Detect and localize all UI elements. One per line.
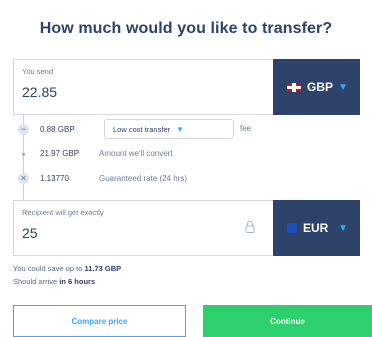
receive-amount-box[interactable]: Recipient will get exactly 25 EUR ▼	[13, 200, 360, 256]
savings-line: You could save up to 11.73 GBP	[13, 262, 121, 275]
arrival-line: Should arrive in 6 hours	[13, 275, 121, 288]
send-label: You send	[22, 67, 54, 76]
receive-amount-input[interactable]: 25	[22, 225, 38, 241]
minus-icon: −	[18, 124, 29, 135]
send-amount-box[interactable]: You send 22.85 GBP ▼	[13, 59, 360, 115]
compare-price-button[interactable]: Compare price	[13, 305, 186, 337]
fee-breakdown: − 0.88 GBP Low cost transfer ▼ fee 21.97…	[13, 115, 360, 200]
savings-info: You could save up to 11.73 GBP Should ar…	[13, 262, 121, 288]
chevron-down-icon: ▼	[338, 81, 348, 93]
receive-label: Recipient will get exactly	[22, 208, 104, 217]
arrival-time: in 6 hours	[59, 277, 96, 286]
eu-flag-icon	[287, 223, 297, 233]
convert-label: Amount we'll convert	[99, 149, 173, 158]
exchange-rate: 1.13770	[40, 174, 69, 183]
send-currency-select[interactable]: GBP ▼	[273, 59, 360, 115]
page-title: How much would you like to transfer?	[39, 20, 333, 37]
chevron-down-icon: ▼	[176, 124, 185, 134]
lock-icon	[245, 221, 255, 233]
separator-dot	[22, 153, 25, 156]
send-amount-input[interactable]: 22.85	[22, 84, 57, 100]
chevron-down-icon: ▼	[338, 222, 348, 234]
transfer-type-dropdown[interactable]: Low cost transfer ▼	[104, 119, 234, 139]
savings-amount: 11.73 GBP	[84, 264, 122, 273]
fee-label: fee	[240, 124, 252, 133]
convert-amount: 21.97 GBP	[40, 149, 80, 158]
times-icon: ×	[18, 173, 29, 184]
fee-amount: 0.88 GBP	[40, 125, 75, 134]
savings-prefix: You could save up to	[13, 264, 83, 273]
arrival-prefix: Should arrive	[13, 277, 58, 286]
rate-label: Guaranteed rate (24 hrs)	[99, 174, 188, 183]
send-currency-code: GBP	[307, 80, 334, 94]
receive-currency-code: EUR	[303, 221, 329, 235]
receive-currency-select[interactable]: EUR ▼	[273, 200, 360, 256]
continue-button[interactable]: Continue	[203, 305, 372, 337]
uk-flag-icon	[287, 82, 301, 92]
transfer-type-value: Low cost transfer	[113, 124, 171, 134]
